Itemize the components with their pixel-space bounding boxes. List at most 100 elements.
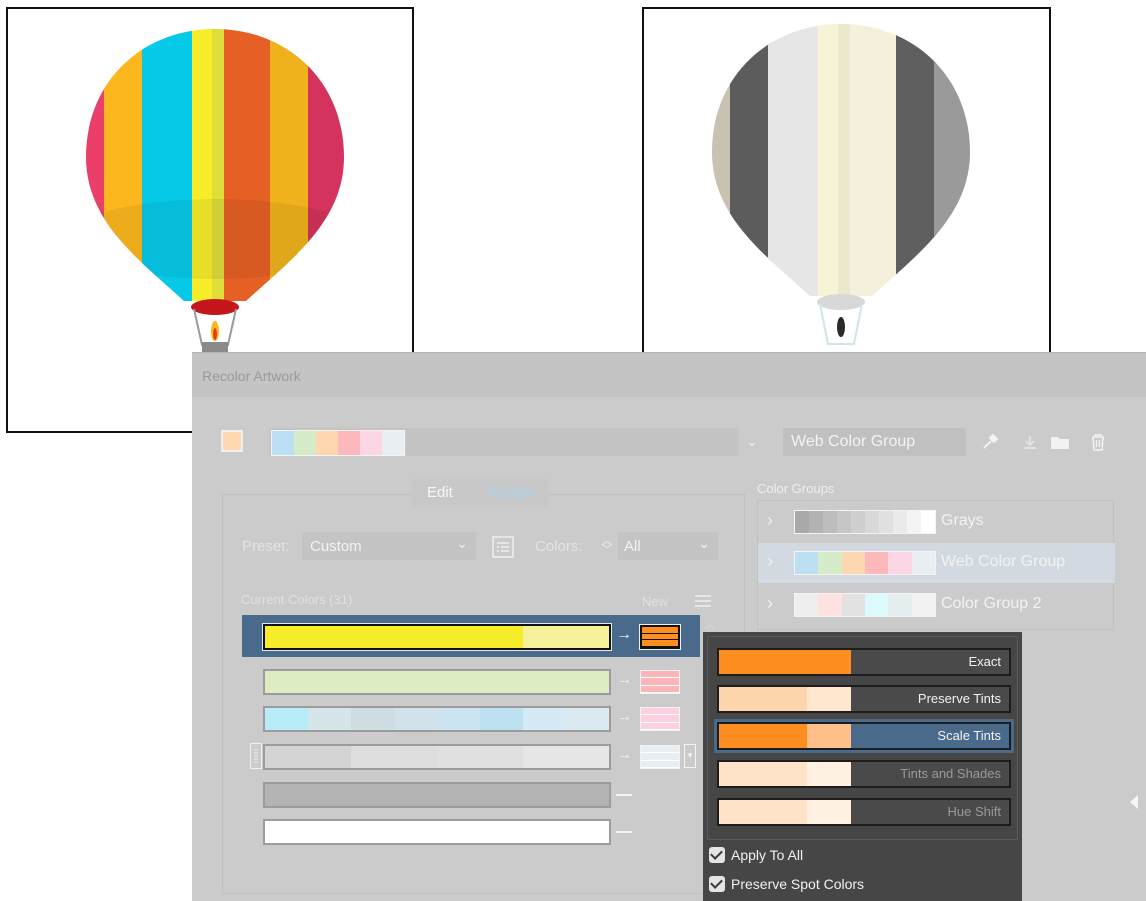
current-color-segment xyxy=(265,821,609,843)
coloring-option-preview xyxy=(719,687,851,711)
harmony-color-swatch[interactable] xyxy=(338,431,360,455)
trash-icon[interactable] xyxy=(1088,432,1108,452)
new-color-swatch[interactable] xyxy=(640,670,680,694)
group-swatch xyxy=(795,594,819,616)
no-new-color-dash xyxy=(616,831,632,833)
coloring-option-label: Scale Tints xyxy=(937,728,1001,743)
current-color-segment xyxy=(265,708,308,730)
active-color-swatch[interactable] xyxy=(221,430,243,452)
tab-assign[interactable]: Assign xyxy=(487,484,532,501)
current-color-row[interactable] xyxy=(263,624,611,650)
no-new-color-dash xyxy=(616,794,632,796)
collapse-panel-arrow-icon[interactable] xyxy=(1126,790,1142,814)
current-color-segment xyxy=(437,746,523,768)
preview-swatch xyxy=(763,724,807,748)
tab-edit[interactable]: Edit xyxy=(427,484,453,501)
new-color-tint-stripe xyxy=(641,708,679,716)
chevron-right-icon[interactable]: › xyxy=(764,593,776,613)
dialog-header[interactable]: Recolor Artwork xyxy=(192,352,1146,397)
coloring-option-scale-tints[interactable]: Scale Tints xyxy=(717,722,1011,750)
harmony-color-swatch[interactable] xyxy=(360,431,382,455)
group-swatch xyxy=(809,511,823,533)
preset-value: Custom xyxy=(310,538,362,555)
preserve-spot-colors-checkbox[interactable] xyxy=(709,876,725,892)
coloring-option-label: Exact xyxy=(968,654,1001,669)
current-colors-header: Current Colors (31) xyxy=(241,592,353,607)
coloring-option-hue-shift[interactable]: Hue Shift xyxy=(717,798,1011,826)
new-color-tint-stripe xyxy=(641,686,679,693)
harmony-rules-chevron-down-icon[interactable]: ⌄ xyxy=(742,432,762,452)
current-color-row[interactable] xyxy=(263,744,611,770)
current-color-segment xyxy=(394,626,437,648)
current-color-segment xyxy=(351,626,394,648)
group-swatch xyxy=(795,552,819,574)
coloring-option-preview xyxy=(719,762,851,786)
preserve-spot-colors-label[interactable]: Preserve Spot Colors xyxy=(731,876,864,892)
new-color-swatch[interactable] xyxy=(640,707,680,731)
group-swatch xyxy=(911,594,935,616)
harmony-color-swatch[interactable] xyxy=(294,431,316,455)
eyedropper-icon[interactable] xyxy=(978,430,1002,454)
group-swatch xyxy=(851,511,865,533)
preset-chevron-down-icon: ⌄ xyxy=(456,535,468,551)
group-name-field[interactable]: Web Color Group xyxy=(783,428,966,456)
chevron-right-icon[interactable]: › xyxy=(764,551,776,571)
harmony-color-swatch[interactable] xyxy=(316,431,338,455)
color-reduction-options-icon[interactable] xyxy=(490,534,516,560)
current-color-segment xyxy=(566,708,609,730)
folder-icon[interactable] xyxy=(1048,432,1072,452)
colors-label: Colors: xyxy=(535,538,583,555)
group-swatch xyxy=(888,552,912,574)
scroll-up-icon[interactable]: ︿ xyxy=(703,616,717,631)
current-color-row[interactable] xyxy=(263,819,611,845)
color-row-drag-handle[interactable] xyxy=(250,743,262,769)
preview-swatch xyxy=(807,762,851,786)
color-group-name: Color Group 2 xyxy=(941,595,1042,612)
color-group-name: Grays xyxy=(941,512,984,529)
save-icon[interactable] xyxy=(1020,432,1040,452)
color-group-swatches xyxy=(794,593,936,617)
current-color-segment xyxy=(351,746,437,768)
coloring-option-preview xyxy=(719,724,851,748)
preview-swatch xyxy=(719,724,763,748)
coloring-option-preserve-tints[interactable]: Preserve Tints xyxy=(717,685,1011,713)
hamburger-menu-icon[interactable] xyxy=(694,592,712,610)
new-color-tint-stripe xyxy=(642,640,678,648)
preview-swatch xyxy=(763,800,807,824)
coloring-option-label: Preserve Tints xyxy=(917,691,1001,706)
group-name-value: Web Color Group xyxy=(791,433,916,450)
harmony-colors-bar[interactable] xyxy=(269,428,739,456)
colors-stepper-icon[interactable]: ︿ ﹀ xyxy=(597,532,617,560)
colors-dropdown[interactable]: All ⌄ xyxy=(618,532,718,560)
new-color-dropdown-chevron-icon[interactable]: ▾ xyxy=(684,744,696,768)
current-color-segment xyxy=(265,671,609,693)
arrow-right-icon: → xyxy=(616,746,632,763)
current-color-row[interactable] xyxy=(263,782,611,808)
current-color-row[interactable] xyxy=(263,669,611,695)
colors-value: All xyxy=(624,538,641,555)
coloring-method-menu: Exact Preserve Tints Scale Tints Tints and … xyxy=(703,632,1022,901)
chevron-right-icon[interactable]: › xyxy=(764,510,776,530)
color-groups-header: Color Groups xyxy=(757,481,835,496)
recolored-balloon-artwork xyxy=(712,24,970,345)
new-color-tint-stripe xyxy=(642,627,678,634)
current-color-segment xyxy=(437,708,480,730)
current-color-segment xyxy=(480,626,523,648)
preset-dropdown[interactable]: Custom ⌄ xyxy=(302,532,476,560)
preset-label: Preset: xyxy=(242,538,290,555)
dialog-title: Recolor Artwork xyxy=(202,368,301,384)
harmony-color-swatch[interactable] xyxy=(272,431,294,455)
current-color-segment xyxy=(265,626,308,648)
apply-to-all-checkbox[interactable] xyxy=(709,847,725,863)
new-column-header: New xyxy=(642,594,669,609)
preview-swatch xyxy=(807,724,851,748)
harmony-color-swatch[interactable] xyxy=(382,431,404,455)
coloring-option-label: Tints and Shades xyxy=(900,766,1001,781)
new-color-swatch[interactable] xyxy=(640,625,680,649)
coloring-option-exact[interactable]: Exact xyxy=(717,648,1011,676)
new-color-swatch[interactable] xyxy=(640,745,680,769)
apply-to-all-label[interactable]: Apply To All xyxy=(731,847,803,863)
coloring-option-tints-and-shades[interactable]: Tints and Shades xyxy=(717,760,1011,788)
current-color-row[interactable] xyxy=(263,706,611,732)
group-swatch xyxy=(893,511,907,533)
